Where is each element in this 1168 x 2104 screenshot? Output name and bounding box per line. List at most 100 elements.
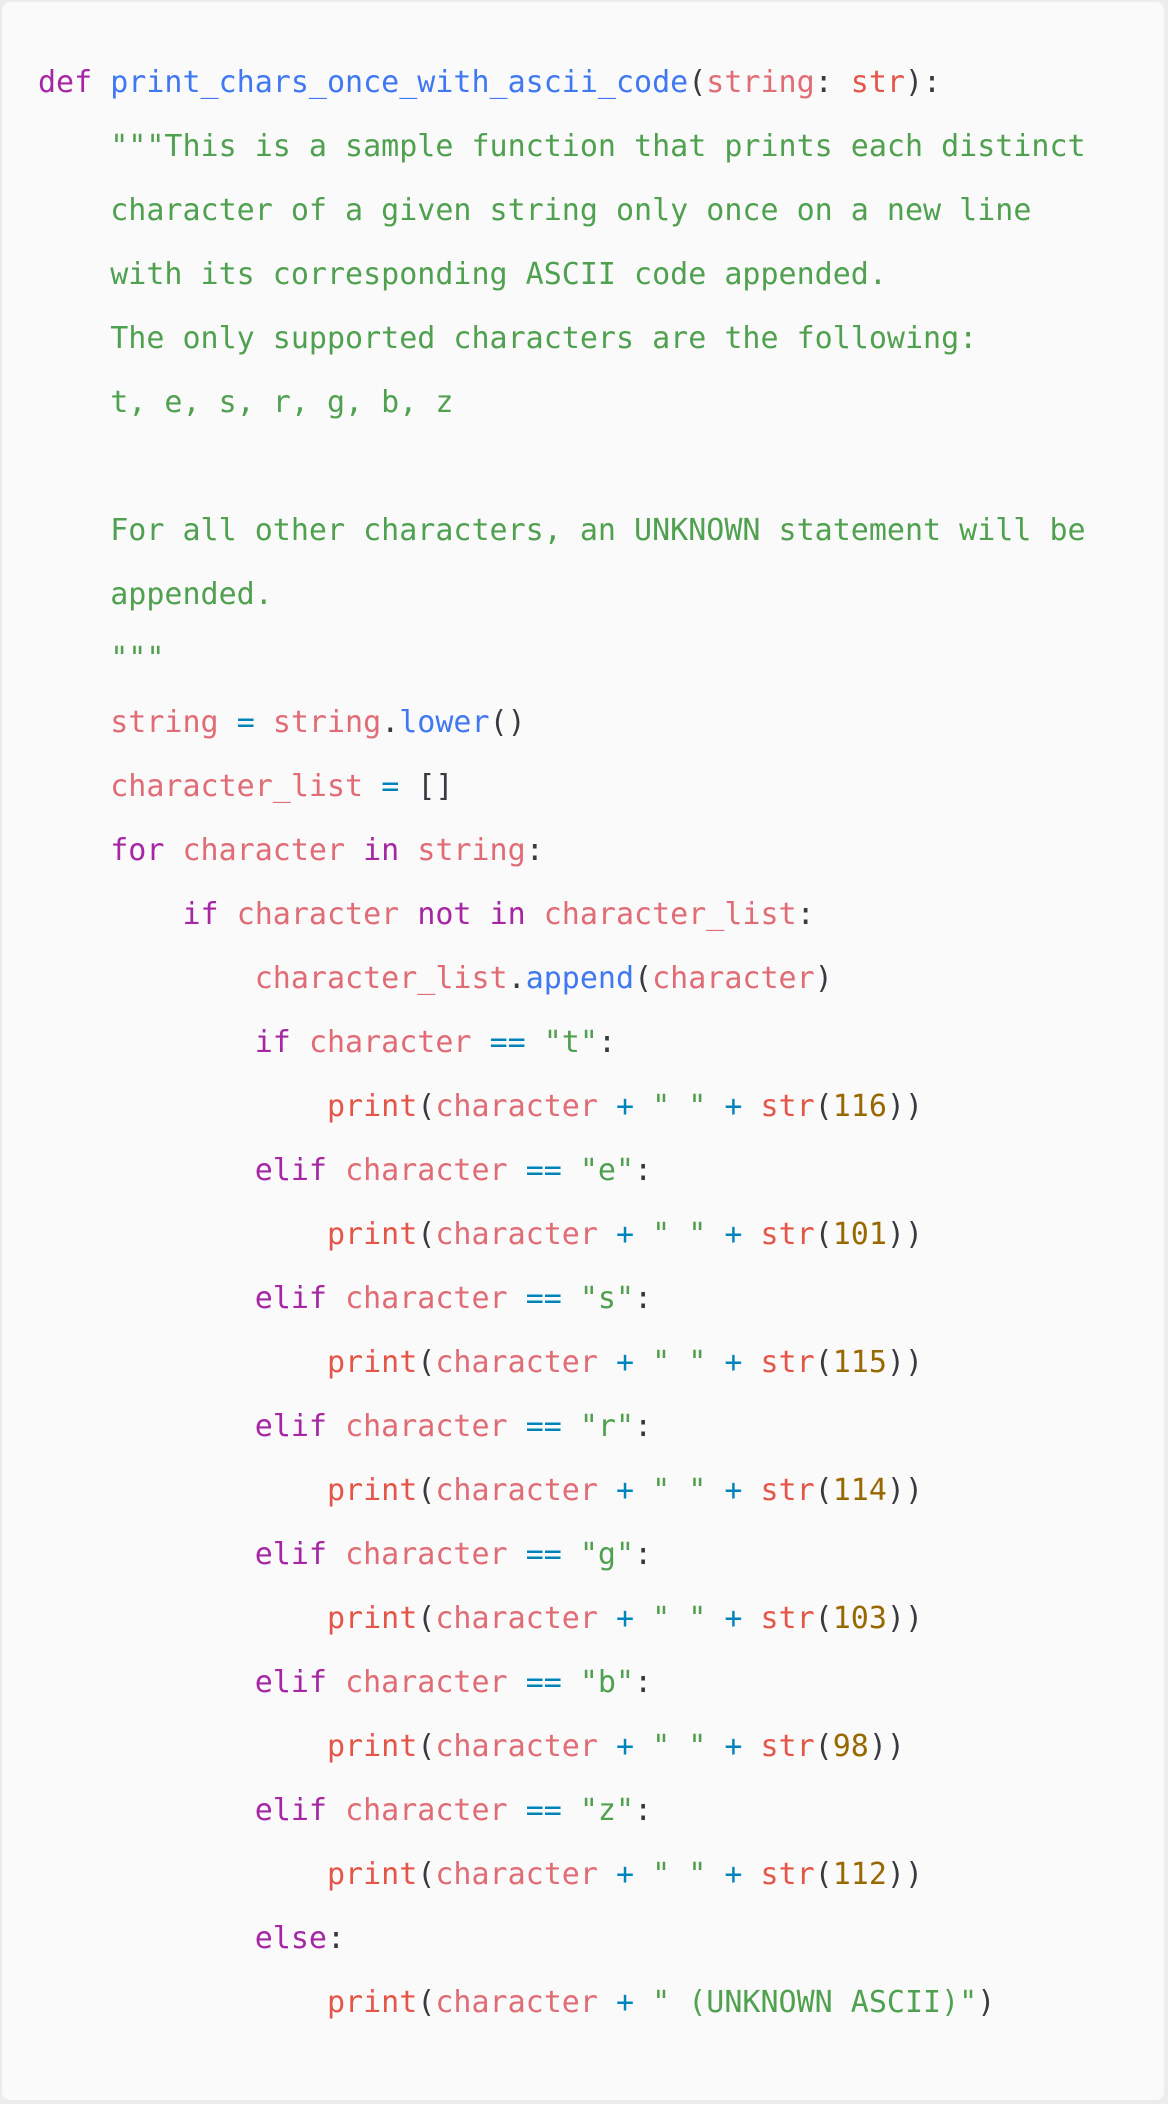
code-token-var: character: [435, 1857, 598, 1892]
code-token-punct: )): [886, 1857, 924, 1892]
code-token-string: " ": [652, 1473, 707, 1508]
code-token-punct: ): [814, 961, 833, 996]
code-token-number: 103: [832, 1601, 887, 1636]
code-token-operator: +: [724, 1473, 743, 1508]
code-token-punct: :: [327, 1921, 346, 1956]
code-token-operator: +: [615, 1857, 635, 1892]
code-token-punct: (: [814, 1473, 833, 1508]
code-token-builtin: str: [850, 65, 905, 100]
code-token-builtin: print: [326, 1345, 418, 1380]
code-token-punct: )): [886, 1217, 924, 1252]
code-token-builtin: print: [326, 1089, 418, 1124]
code-token-punct: (): [489, 705, 526, 740]
code-line: for character in string:: [38, 827, 1164, 891]
code-token-builtin: str: [760, 1729, 815, 1764]
code-token-var: character: [345, 1153, 508, 1188]
code-token-punct: ): [977, 1985, 996, 2020]
code-token-string: "r": [579, 1409, 635, 1444]
code-token-builtin: print: [326, 1601, 418, 1636]
code-token-builtin: print: [326, 1217, 418, 1252]
code-token-keyword: elif: [254, 1281, 327, 1316]
code-token-var: character: [236, 897, 400, 932]
code-line: elif character == "e":: [38, 1147, 1164, 1211]
code-token-docstring: """: [110, 641, 165, 676]
code-token-operator: +: [615, 1217, 635, 1252]
code-token-var: character: [435, 1473, 598, 1508]
code-token-operator: +: [615, 1089, 635, 1124]
code-line: if character not in character_list:: [38, 891, 1164, 955]
code-line: elif character == "r":: [38, 1403, 1164, 1467]
code-token-operator: +: [724, 1857, 743, 1892]
code-line: elif character == "g":: [38, 1531, 1164, 1595]
code-token-punct: .: [381, 705, 400, 740]
code-token-punct: )): [886, 1473, 924, 1508]
code-token-punct: :: [634, 1793, 653, 1828]
code-line: elif character == "z":: [38, 1787, 1164, 1851]
code-line: elif character == "b":: [38, 1659, 1164, 1723]
code-token-punct: ):: [904, 65, 942, 100]
code-token-punct: :: [634, 1665, 653, 1700]
code-token-operator: +: [615, 1729, 635, 1764]
code-line: print(character + " " + str(115)): [38, 1339, 1164, 1403]
code-token-punct: (: [417, 1985, 436, 2020]
code-token-operator: +: [724, 1729, 743, 1764]
code-token-method: append: [525, 961, 635, 996]
code-line: print(character + " " + str(98)): [38, 1723, 1164, 1787]
code-token-keyword: elif: [254, 1409, 327, 1444]
code-token-builtin: print: [326, 1729, 418, 1764]
code-token-docstring: character of a given string only once on…: [110, 193, 1032, 228]
code-token-builtin: str: [760, 1345, 815, 1380]
code-token-operator: =: [381, 769, 400, 804]
code-token-keyword: in: [489, 897, 526, 932]
code-token-punct: []: [417, 769, 454, 804]
code-token-var: character: [435, 1985, 598, 2020]
code-token-string: "e": [579, 1153, 635, 1188]
code-token-keyword: in: [363, 833, 400, 868]
code-token-punct: :: [814, 65, 851, 100]
code-token-keyword: else: [254, 1921, 327, 1956]
code-token-punct: )): [886, 1089, 924, 1124]
code-token-punct: (: [814, 1217, 833, 1252]
code-token-builtin: str: [760, 1217, 815, 1252]
code-token-number: 101: [832, 1217, 887, 1252]
code-token-var: character: [435, 1345, 598, 1380]
code-line: print(character + " " + str(112)): [38, 1851, 1164, 1915]
code-token-keyword: elif: [254, 1153, 327, 1188]
code-token-var: character: [652, 961, 815, 996]
code-token-keyword: elif: [254, 1537, 327, 1572]
code-token-string: "g": [579, 1537, 635, 1572]
code-token-punct: (: [814, 1729, 833, 1764]
code-token-punct: .: [507, 961, 526, 996]
code-token-var: character: [308, 1025, 472, 1060]
code-token-punct: :: [796, 897, 815, 932]
code-line: else:: [38, 1915, 1164, 1979]
code-token-punct: (: [417, 1601, 436, 1636]
